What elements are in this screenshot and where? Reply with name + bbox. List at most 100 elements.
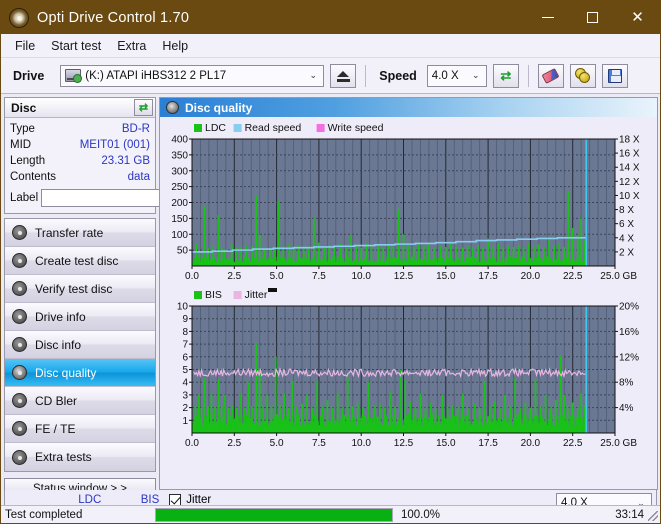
disc-refresh-button[interactable]: ⇄: [134, 99, 153, 116]
svg-text:6 X: 6 X: [619, 219, 634, 230]
minimize-icon: [541, 16, 554, 19]
svg-text:15.0: 15.0: [436, 438, 456, 449]
svg-text:200: 200: [171, 198, 188, 209]
svg-text:350: 350: [171, 150, 188, 161]
disc-label-key: Label: [10, 192, 39, 204]
svg-text:400: 400: [171, 135, 188, 146]
window-title: Opti Drive Control 1.70: [37, 9, 190, 26]
sidebar-item-drive-info[interactable]: Drive info: [5, 303, 155, 331]
sidebar-item-fe-te[interactable]: FE / TE: [5, 415, 155, 443]
menu-item-start-test[interactable]: Start test: [45, 37, 111, 55]
svg-text:7: 7: [182, 340, 188, 351]
disc-icon: [12, 393, 27, 408]
disc-panel-header: Disc ⇄: [5, 98, 155, 118]
drive-select[interactable]: (K:) ATAPI iHBS312 2 PL17 ⌄: [60, 64, 325, 87]
menu-item-extra[interactable]: Extra: [111, 37, 156, 55]
svg-text:14 X: 14 X: [619, 163, 640, 174]
svg-text:16%: 16%: [619, 327, 639, 338]
svg-text:100: 100: [171, 230, 188, 241]
disc-quality-panel: Disc quality LDC Read speed Write speed 50 1…: [159, 97, 658, 490]
disc-row-length: Length 23.31 GB: [10, 153, 150, 169]
disc-row-contents-value: data: [127, 171, 150, 183]
resize-grip[interactable]: [648, 511, 658, 521]
sidebar-item-verify-test-disc[interactable]: Verify test disc: [5, 275, 155, 303]
disc-icon: [12, 337, 27, 352]
disc-label-row: Label: [10, 188, 244, 208]
svg-text:17.5: 17.5: [478, 271, 498, 282]
svg-text:20%: 20%: [619, 302, 639, 313]
maximize-button[interactable]: [570, 1, 615, 34]
toolbar-separator-2: [527, 64, 529, 87]
svg-text:2.5: 2.5: [227, 438, 241, 449]
sidebar-item-label: Disc info: [35, 337, 82, 352]
speed-select-value: 4.0 X: [431, 69, 459, 82]
svg-text:22.5: 22.5: [563, 438, 583, 449]
svg-text:9: 9: [182, 314, 188, 325]
tools-button[interactable]: [569, 63, 596, 88]
left-sidebar: Disc ⇄ Type BD-R MID MEIT01 (001) Length…: [4, 97, 244, 500]
main-body: Disc ⇄ Type BD-R MID MEIT01 (001) Length…: [1, 94, 660, 500]
svg-text:Jitter: Jitter: [245, 289, 268, 301]
maximize-icon: [587, 12, 598, 23]
status-bar: Test completed 100.0% 33:14: [1, 505, 660, 523]
menu-item-file[interactable]: File: [9, 37, 45, 55]
svg-text:8: 8: [182, 327, 188, 338]
svg-text:LDC: LDC: [205, 122, 226, 134]
eject-button[interactable]: [330, 63, 357, 88]
svg-text:17.5: 17.5: [478, 438, 498, 449]
bis-chart-svg: BIS Jitter 1 2 34 5 67 8 910 4% 8% 12% 16% 20% 0.0 2.5 5…: [160, 284, 657, 451]
title-bar: Opti Drive Control 1.70 ✕: [1, 1, 660, 34]
erase-button[interactable]: [537, 63, 564, 88]
svg-text:3: 3: [182, 390, 188, 401]
chevron-down-icon: ⌄: [472, 70, 480, 80]
svg-text:12.5: 12.5: [394, 271, 414, 282]
disc-icon: [12, 253, 27, 268]
bis-chart[interactable]: BIS Jitter 1 2 3 4 5 6 7 8 9 10 4% 8% 12% 16% 20% 0.0 2.5 5…: [160, 284, 657, 451]
disc-info-panel: Disc ⇄ Type BD-R MID MEIT01 (001) Length…: [4, 97, 244, 214]
sidebar-item-create-test-disc[interactable]: Create test disc: [5, 247, 155, 275]
svg-text:12.5: 12.5: [394, 438, 414, 449]
disc-row-mid-value: MEIT01 (001): [79, 139, 150, 151]
sidebar-item-label: Verify test disc: [35, 281, 113, 296]
sidebar-item-transfer-rate[interactable]: Transfer rate: [5, 219, 155, 247]
svg-text:Write speed: Write speed: [328, 122, 384, 134]
app-disc-icon: [9, 7, 29, 28]
svg-text:25.0 GB: 25.0 GB: [600, 438, 637, 449]
svg-text:10.0: 10.0: [351, 438, 371, 449]
refresh-button[interactable]: ⇄: [492, 63, 519, 88]
progress-bar: [155, 507, 393, 522]
svg-text:BIS: BIS: [205, 289, 222, 301]
refresh-icon: ⇄: [500, 68, 512, 83]
speed-select[interactable]: 4.0 X ⌄: [426, 64, 487, 87]
disc-icon: [12, 449, 27, 465]
svg-text:2 X: 2 X: [619, 247, 634, 258]
save-button[interactable]: [601, 63, 628, 88]
svg-text:20.0: 20.0: [521, 271, 541, 282]
ldc-chart[interactable]: LDC Read speed Write speed 50 100 150 200 250 30…: [160, 117, 657, 284]
svg-text:5: 5: [182, 365, 188, 376]
chevron-down-icon: ⌄: [309, 70, 318, 80]
disc-icon: [12, 281, 27, 296]
sidebar-item-disc-quality[interactable]: Disc quality: [5, 359, 155, 387]
menu-bar: File Start test Extra Help: [1, 34, 660, 58]
svg-text:18 X: 18 X: [619, 135, 640, 146]
disc-info-rows: Type BD-R MID MEIT01 (001) Length 23.31 …: [5, 118, 244, 213]
charts-area: LDC Read speed Write speed 50 100 150 200 250 30…: [160, 117, 657, 489]
progress-percent: 100.0%: [401, 508, 441, 521]
close-button[interactable]: ✕: [615, 1, 660, 34]
sidebar-item-disc-info[interactable]: Disc info: [5, 331, 155, 359]
sidebar-item-extra-tests[interactable]: Extra tests: [5, 443, 155, 471]
sidebar-item-cd-bler[interactable]: CD Bler: [5, 387, 155, 415]
disc-icon: [12, 309, 27, 324]
menu-item-help[interactable]: Help: [156, 37, 198, 55]
svg-text:4: 4: [182, 378, 188, 389]
minimize-button[interactable]: [525, 1, 570, 34]
sidebar-item-label: Drive info: [35, 309, 86, 324]
drive-toolbar: Drive (K:) ATAPI iHBS312 2 PL17 ⌄ Speed …: [1, 58, 660, 94]
disc-row-contents: Contents data: [10, 169, 150, 185]
svg-text:20.0: 20.0: [521, 438, 541, 449]
svg-text:0.0: 0.0: [185, 438, 199, 449]
svg-text:4 X: 4 X: [619, 233, 634, 244]
svg-text:5.0: 5.0: [270, 271, 284, 282]
optical-drive-icon: [65, 69, 83, 83]
